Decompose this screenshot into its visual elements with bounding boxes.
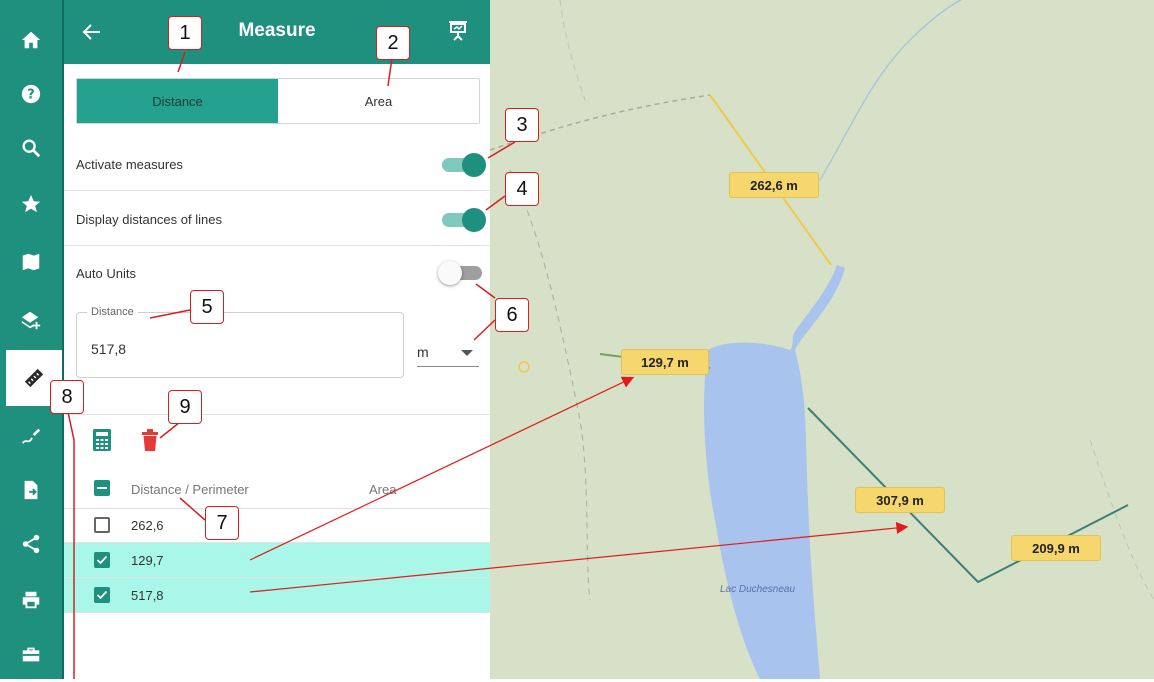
import-file-icon (24, 480, 38, 500)
caret-down-icon (461, 350, 473, 356)
row-checkbox[interactable] (94, 552, 110, 568)
tool-rail: ? (0, 0, 64, 679)
checkmark-icon (96, 555, 108, 565)
row-checkbox[interactable] (94, 517, 110, 533)
map-view[interactable]: 262,6 m 129,7 m 307,9 m 209,9 m Lac Duch… (490, 0, 1154, 679)
map-measure-label: 209,9 m (1011, 535, 1101, 561)
print-icon (22, 591, 40, 609)
map-button[interactable] (0, 234, 62, 290)
callout-badge: 2 (376, 26, 410, 60)
tab-distance[interactable]: Distance (77, 79, 278, 123)
draw-icon (21, 428, 41, 444)
layers-add-icon (21, 311, 41, 330)
map-icon (22, 253, 40, 271)
callout-badge: 7 (205, 506, 239, 540)
draw-button[interactable] (0, 408, 62, 464)
callout-badge: 6 (495, 298, 529, 332)
row-distance-value: 517,8 (131, 588, 164, 603)
checkmark-icon (96, 590, 108, 600)
toggle-knob (438, 261, 462, 285)
search-icon (22, 139, 41, 158)
share-icon (22, 534, 40, 554)
callout-badge: 4 (505, 172, 539, 206)
column-header-area[interactable]: Area (369, 482, 396, 497)
calculator-icon[interactable] (92, 428, 112, 452)
add-layer-button[interactable] (0, 292, 62, 348)
import-button[interactable] (0, 462, 62, 518)
panel-header: Measure (64, 0, 490, 64)
callout-badge: 8 (50, 380, 84, 414)
toolbox-icon (22, 647, 40, 662)
share-button[interactable] (0, 516, 62, 572)
callout-badge: 9 (168, 390, 202, 424)
select-all-checkbox[interactable] (94, 480, 110, 496)
home-button[interactable] (0, 12, 62, 68)
distance-field-value[interactable]: 517,8 (91, 341, 126, 357)
divider (64, 414, 490, 415)
callout-badge: 5 (190, 290, 224, 324)
auto-units-label: Auto Units (76, 266, 136, 281)
row-distance-value: 262,6 (131, 518, 164, 533)
unit-select[interactable]: m (417, 330, 479, 367)
column-header-distance[interactable]: Distance / Perimeter (131, 482, 249, 497)
row-distance-value: 129,7 (131, 553, 164, 568)
distance-field-legend: Distance (87, 306, 138, 318)
callout-badge: 1 (168, 16, 202, 50)
table-row[interactable]: 517,8 (64, 578, 490, 613)
help-button[interactable]: ? (0, 66, 62, 122)
activate-measures-label: Activate measures (76, 157, 183, 172)
display-distances-toggle[interactable] (442, 208, 486, 232)
unit-select-value: m (417, 344, 429, 360)
map-canvas (490, 0, 1154, 679)
measure-type-toggle: Distance Area (76, 78, 480, 124)
distance-field[interactable]: Distance 517,8 (76, 306, 404, 378)
star-icon (21, 194, 41, 213)
toggle-knob (462, 208, 486, 232)
table-row[interactable]: 129,7 (64, 543, 490, 578)
auto-units-toggle[interactable] (438, 261, 482, 285)
ruler-icon (24, 368, 44, 388)
panel-title: Measure (238, 20, 316, 41)
lake-label: Lac Duchesneau (720, 584, 796, 595)
map-measure-label: 262,6 m (729, 172, 819, 198)
map-measure-label: 129,7 m (621, 349, 709, 375)
presentation-icon[interactable] (446, 18, 470, 42)
favorites-button[interactable] (0, 176, 62, 232)
table-header: Distance / Perimeter Area (64, 472, 490, 509)
table-row[interactable]: 262,6 (64, 508, 490, 543)
display-distances-label: Display distances of lines (76, 212, 222, 227)
display-distances-row: Display distances of lines (64, 191, 490, 246)
callout-badge: 3 (505, 108, 539, 142)
trash-icon[interactable] (140, 428, 160, 452)
activate-measures-toggle[interactable] (442, 153, 486, 177)
search-button[interactable] (0, 120, 62, 176)
map-measure-label: 307,9 m (855, 487, 945, 513)
svg-text:?: ? (27, 88, 34, 103)
home-icon (21, 31, 41, 49)
activate-measures-row: Activate measures (64, 136, 490, 191)
toggle-knob (462, 153, 486, 177)
toolbox-button[interactable] (0, 626, 62, 682)
help-icon: ? (21, 84, 41, 104)
measure-panel: Measure Distance Area Activate measures … (64, 0, 490, 679)
row-checkbox[interactable] (94, 587, 110, 603)
print-button[interactable] (0, 572, 62, 628)
tab-area[interactable]: Area (278, 79, 479, 123)
